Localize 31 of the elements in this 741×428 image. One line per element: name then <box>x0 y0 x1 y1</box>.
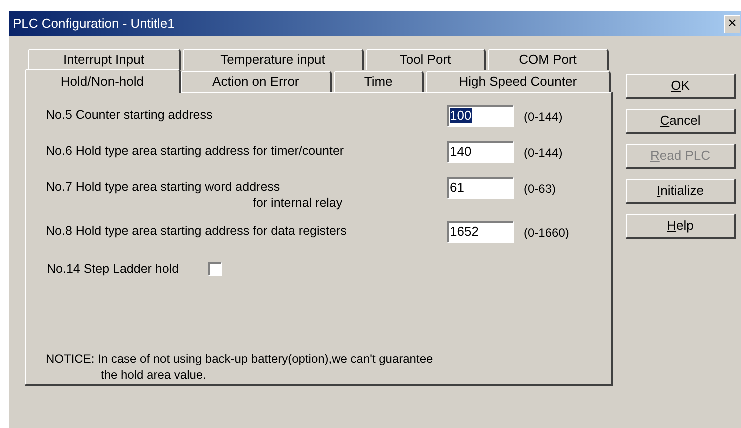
range-hint: (0-144) <box>524 145 563 162</box>
tab[interactable]: Interrupt Input <box>28 49 181 70</box>
field-label: for internal relay <box>252 195 343 211</box>
notice-text: the hold area value. <box>100 367 208 383</box>
range-hint: (0-144) <box>524 109 563 126</box>
tab[interactable]: Temperature input <box>183 49 364 70</box>
tab[interactable]: Time <box>334 71 424 92</box>
close-button[interactable]: × <box>724 14 740 32</box>
input-field[interactable]: 140 <box>447 141 514 163</box>
dialog-button[interactable]: Initialize <box>626 179 736 204</box>
field-label: No.6 Hold type area starting address for timer/counter <box>46 143 344 159</box>
range-hint: (0-63) <box>524 181 556 198</box>
field-label: No.7 Hold type area starting word address <box>46 179 280 195</box>
window-title: PLC Configuration - Untitle1 <box>13 14 176 33</box>
field-label: No.5 Counter starting address <box>46 107 213 123</box>
dialog-button[interactable]: Cancel <box>626 109 736 134</box>
dialog-button[interactable]: OK <box>626 74 736 99</box>
checkbox[interactable] <box>208 262 222 276</box>
field-label: No.8 Hold type area starting address for data registers <box>46 223 347 239</box>
tab[interactable]: COM Port <box>488 49 609 70</box>
input-field[interactable]: 61 <box>447 177 514 199</box>
tab[interactable]: High Speed Counter <box>426 71 611 92</box>
checkbox-label: No.14 Step Ladder hold <box>47 260 180 278</box>
tab[interactable]: Hold/Non-hold <box>25 69 181 93</box>
dialog-button[interactable]: Help <box>626 214 736 239</box>
notice-text: NOTICE: In case of not using back-up battery(option),we can't guarantee <box>46 351 434 367</box>
input-field[interactable]: 100 <box>447 105 514 127</box>
range-hint: (0-1660) <box>524 225 570 242</box>
tab[interactable]: Action on Error <box>180 71 332 92</box>
tab[interactable]: Tool Port <box>366 49 486 70</box>
input-field[interactable]: 1652 <box>447 221 514 243</box>
